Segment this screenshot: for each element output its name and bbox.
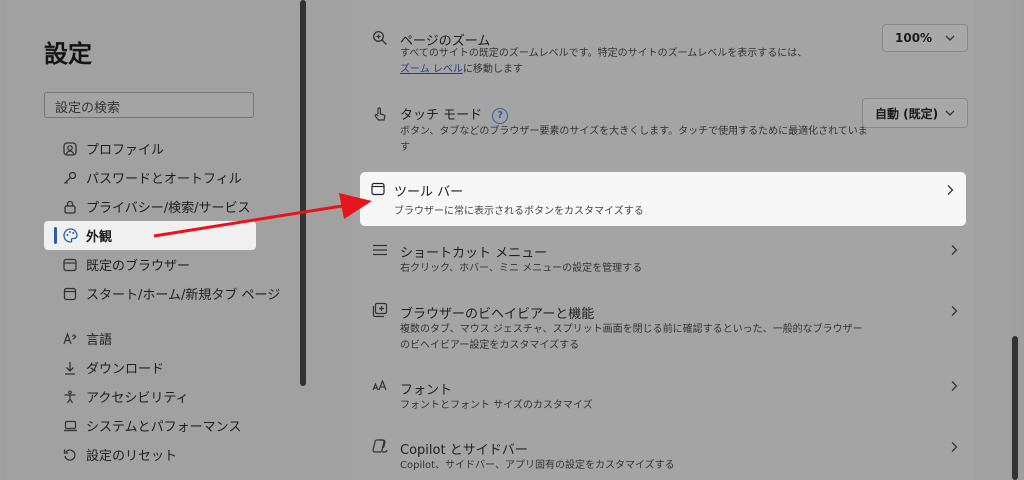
sidebar-item-label: 既定のブラウザー xyxy=(86,259,191,274)
download-icon xyxy=(62,360,78,376)
touch-mode-dropdown[interactable]: 自動 (既定) xyxy=(862,98,968,128)
sidebar-item-label: 外観 xyxy=(86,230,113,245)
zoom-levels-link[interactable]: ズーム レベル xyxy=(400,64,463,75)
shortcut-menu-setting[interactable]: ショートカット メニュー 右クリック、ホバー、ミニ メニューの設定を管理する xyxy=(352,234,974,284)
zoom-in-icon xyxy=(373,31,387,45)
zoom-dropdown[interactable]: 100% xyxy=(882,24,968,52)
page-title: 設定 xyxy=(44,40,92,68)
shortcut-menu-description: 右クリック、ホバー、ミニ メニューの設定を管理する xyxy=(400,263,643,274)
touch-mode-value: 自動 (既定) xyxy=(875,106,939,121)
sidebar-item-label: プロファイル xyxy=(86,143,165,158)
sidebar-item-label: パスワードとオートフィル xyxy=(86,172,242,187)
reset-icon xyxy=(62,447,78,463)
sidebar-nav: プロファイル パスワードとオートフィル プライバシー/検索/サービス 外観 既定… xyxy=(44,134,304,469)
profile-icon xyxy=(62,141,78,157)
sidebar-item-profile[interactable]: プロファイル xyxy=(44,134,304,163)
toolbar-description: ブラウザーに常に表示されるボタンをカスタマイズする xyxy=(394,206,644,217)
zoom-value: 100% xyxy=(895,31,933,45)
font-description: フォントとフォント サイズのカスタマイズ xyxy=(400,400,593,411)
zoom-description: すべてのサイトの既定のズームレベルです。特定のサイトのズームレベルを表示するには… xyxy=(400,46,870,78)
sidebar-item-default-browser[interactable]: 既定のブラウザー xyxy=(44,250,304,279)
toolbar-setting[interactable]: ツール バー ブラウザーに常に表示されるボタンをカスタマイズする xyxy=(360,172,966,226)
sidebar-item-system[interactable]: システムとパフォーマンス xyxy=(44,411,304,440)
chevron-right-icon xyxy=(951,245,958,255)
zoom-setting: ページのズーム すべてのサイトの既定のズームレベルです。特定のサイトのズームレベ… xyxy=(352,0,974,92)
chevron-down-icon xyxy=(945,110,955,116)
sidebar-item-accessibility[interactable]: アクセシビリティ xyxy=(44,382,304,411)
touch-mode-setting: タッチ モード? ボタン、タブなどのブラウザー要素のサイズを大きくします。タッチ… xyxy=(352,92,974,164)
toolbar-title: ツール バー xyxy=(394,185,464,200)
zoom-desc-text: すべてのサイトの既定のズームレベルです。特定のサイトのズームレベルを表示するには… xyxy=(400,48,808,59)
settings-window: 設定 設定の検索 プロファイル パスワードとオートフィル プライバシー/検索/サ… xyxy=(6,0,1018,480)
sidebar-item-label: アクセシビリティ xyxy=(86,391,189,406)
chevron-right-icon xyxy=(947,185,954,195)
palette-icon xyxy=(62,228,78,244)
sidebar-item-appearance[interactable]: 外観 xyxy=(44,221,256,250)
settings-sidebar: 設定 設定の検索 プロファイル パスワードとオートフィル プライバシー/検索/サ… xyxy=(6,0,306,480)
search-input[interactable]: 設定の検索 xyxy=(44,92,254,118)
chevron-down-icon xyxy=(945,35,955,41)
sidebar-item-downloads[interactable]: ダウンロード xyxy=(44,353,304,382)
copilot-icon xyxy=(372,439,388,453)
shortcut-menu-title: ショートカット メニュー xyxy=(400,246,548,261)
main-scrollbar[interactable] xyxy=(1012,336,1018,480)
language-icon xyxy=(62,331,78,347)
sidebar-item-languages[interactable]: 言語 xyxy=(44,324,304,353)
sidebar-item-passwords[interactable]: パスワードとオートフィル xyxy=(44,163,304,192)
sidebar-item-label: 言語 xyxy=(86,333,113,348)
key-icon xyxy=(62,170,78,186)
browser-behavior-description: 複数のタブ、マウス ジェスチャ、スプリット画面を閉じる前に確認するといった、一般… xyxy=(400,324,863,351)
sidebar-item-reset[interactable]: 設定のリセット xyxy=(44,440,304,469)
home-icon xyxy=(62,286,78,302)
sidebar-item-label: 設定のリセット xyxy=(86,449,178,464)
touch-icon xyxy=(374,107,386,121)
font-icon xyxy=(372,379,387,391)
font-setting[interactable]: フォント フォントとフォント サイズのカスタマイズ xyxy=(352,370,974,420)
copilot-title: Copilot とサイドバー xyxy=(400,443,528,458)
appearance-settings-panel: ページのズーム すべてのサイトの既定のズームレベルです。特定のサイトのズームレベ… xyxy=(352,0,974,480)
touch-mode-title: タッチ モード? xyxy=(400,104,509,124)
copilot-sidebar-setting[interactable]: Copilot とサイドバー Copilot、サイドバー、アプリ固有の設定をカス… xyxy=(352,430,974,480)
font-title: フォント xyxy=(400,383,453,398)
chevron-right-icon xyxy=(951,306,958,316)
sidebar-item-label: スタート/ホーム/新規タブ ページ xyxy=(86,288,281,303)
sidebar-item-label: システムとパフォーマンス xyxy=(86,420,242,435)
touch-mode-description: ボタン、タブなどのブラウザー要素のサイズを大きくします。タッチで使用するために最… xyxy=(400,126,868,153)
browser-behavior-setting[interactable]: ブラウザーのビヘイビアーと機能 複数のタブ、マウス ジェスチャ、スプリット画面を… xyxy=(352,294,974,360)
chevron-right-icon xyxy=(951,381,958,391)
accessibility-icon xyxy=(62,389,78,405)
lock-icon xyxy=(62,199,78,215)
sidebar-item-start-home[interactable]: スタート/ホーム/新規タブ ページ xyxy=(44,279,304,308)
help-icon[interactable]: ? xyxy=(492,107,509,124)
browser-behavior-title: ブラウザーのビヘイビアーと機能 xyxy=(400,307,595,322)
zoom-desc-text-2: に移動します xyxy=(462,64,523,75)
copilot-description: Copilot、サイドバー、アプリ固有の設定をカスタマイズする xyxy=(400,460,675,471)
sidebar-item-label: ダウンロード xyxy=(86,362,165,377)
laptop-icon xyxy=(62,418,78,434)
menu-icon xyxy=(373,244,387,256)
touch-mode-title-text: タッチ モード xyxy=(400,108,483,123)
sidebar-item-label: プライバシー/検索/サービス xyxy=(86,201,251,216)
sidebar-item-privacy[interactable]: プライバシー/検索/サービス xyxy=(44,192,304,221)
chevron-right-icon xyxy=(951,442,958,452)
toolbar-icon xyxy=(371,182,385,196)
sidebar-scrollbar[interactable] xyxy=(300,0,306,386)
browser-icon xyxy=(62,257,78,273)
tabs-icon xyxy=(372,302,388,318)
